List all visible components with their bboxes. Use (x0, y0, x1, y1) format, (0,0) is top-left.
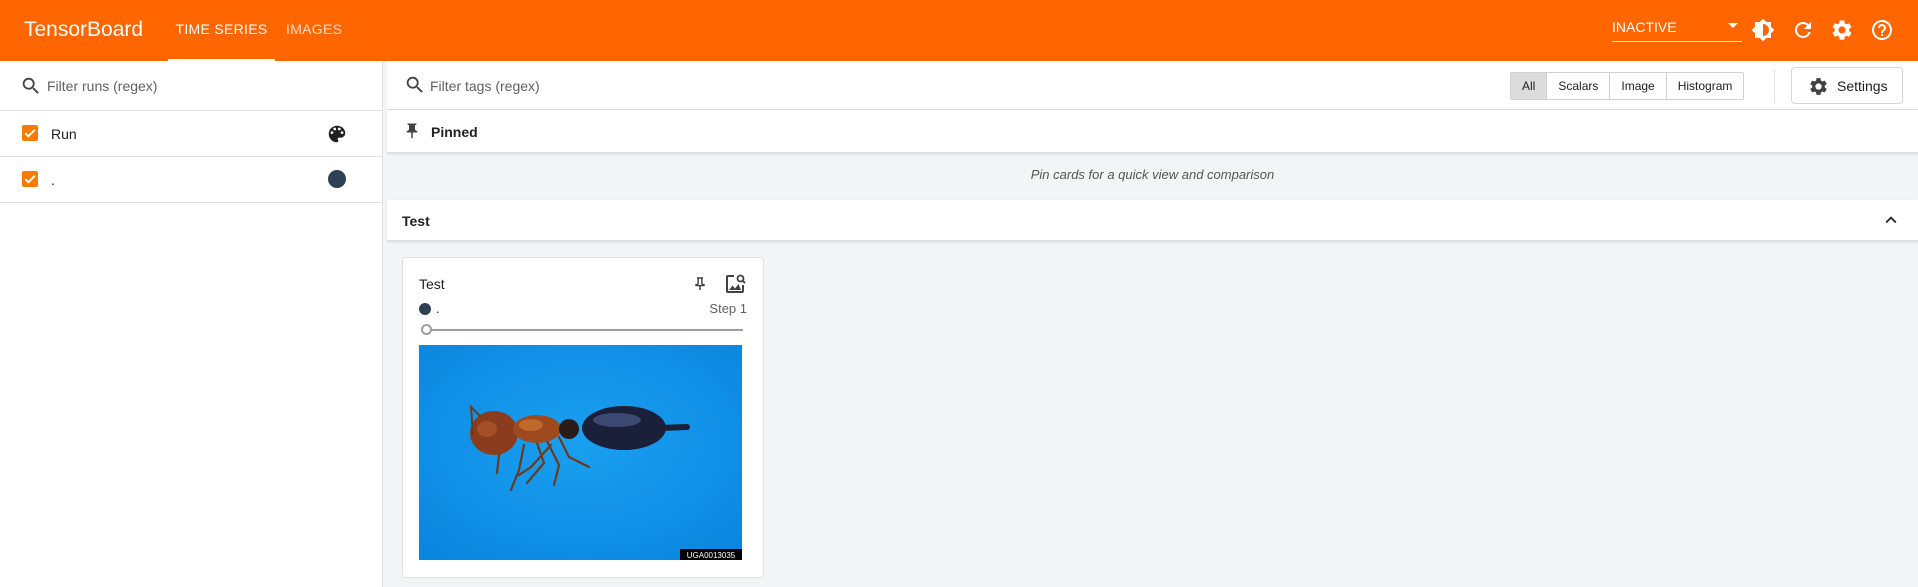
run-color-dot (419, 303, 431, 315)
pinned-section-header: Pinned (387, 110, 1918, 153)
card-run-name: . (436, 301, 440, 316)
run-row: . (0, 157, 383, 203)
run-name: . (51, 172, 55, 188)
filter-all-button[interactable]: All (1511, 73, 1548, 99)
chevron-up-icon[interactable] (1880, 209, 1902, 231)
step-slider[interactable] (421, 324, 743, 336)
filter-image-button[interactable]: Image (1610, 73, 1667, 99)
reload-status-value: INACTIVE (1612, 19, 1677, 35)
filter-histogram-button[interactable]: Histogram (1666, 73, 1744, 99)
app-brand: TensorBoard (24, 18, 144, 41)
help-icon[interactable] (1870, 18, 1894, 42)
pinned-label: Pinned (431, 124, 478, 140)
pin-icon (406, 123, 418, 139)
card-group-header[interactable]: Test (387, 200, 1918, 241)
search-icon (22, 77, 39, 94)
settings-button[interactable]: Settings (1791, 67, 1903, 104)
filter-scalars-button[interactable]: Scalars (1547, 73, 1611, 99)
run-color-swatch[interactable] (328, 170, 346, 188)
card-title: Test (419, 276, 445, 292)
select-all-runs-checkbox[interactable] (22, 125, 38, 141)
dark-mode-icon[interactable] (1751, 18, 1775, 42)
tag-filter-input[interactable] (430, 73, 930, 99)
main-dashboard: All Scalars Image Histogram Settings Pin… (387, 61, 1918, 587)
runs-filter-row (0, 61, 383, 111)
toolbar-divider (1774, 69, 1775, 103)
dropdown-caret-icon (1728, 23, 1738, 28)
open-image-icon[interactable] (723, 272, 747, 296)
tag-filter-bar: All Scalars Image Histogram Settings (387, 61, 1918, 110)
step-slider-track (429, 329, 743, 331)
runs-filter-input[interactable] (47, 73, 367, 99)
settings-icon[interactable] (1830, 18, 1854, 42)
image-card: Test . Step 1 UGA0013035 (402, 257, 764, 578)
pinned-empty-hint: Pin cards for a quick view and compariso… (1030, 167, 1275, 182)
run-checkbox[interactable] (22, 171, 38, 187)
gear-icon (1810, 78, 1827, 95)
refresh-icon[interactable] (1791, 18, 1815, 42)
runs-sidebar: Run . (0, 61, 383, 587)
card-type-filter: All Scalars Image Histogram (1510, 72, 1745, 100)
tab-images[interactable]: IMAGES (286, 0, 342, 61)
top-app-bar: TensorBoard TIME SERIES IMAGES INACTIVE (0, 0, 1918, 61)
palette-icon[interactable] (326, 123, 348, 145)
image-stamp-text: UGA0013035 (687, 551, 736, 560)
run-list-header: Run (0, 111, 383, 157)
reload-status-select[interactable]: INACTIVE (1612, 17, 1742, 42)
step-slider-thumb[interactable] (421, 324, 432, 335)
group-title: Test (402, 213, 430, 229)
ant-image: UGA0013035 (419, 345, 742, 560)
settings-label: Settings (1837, 78, 1888, 94)
card-image[interactable]: UGA0013035 (419, 345, 742, 560)
tab-time-series[interactable]: TIME SERIES (168, 0, 275, 61)
card-step-label: Step 1 (709, 301, 747, 316)
pin-card-icon[interactable] (691, 274, 709, 294)
search-icon (406, 76, 423, 93)
run-column-label: Run (51, 126, 77, 142)
